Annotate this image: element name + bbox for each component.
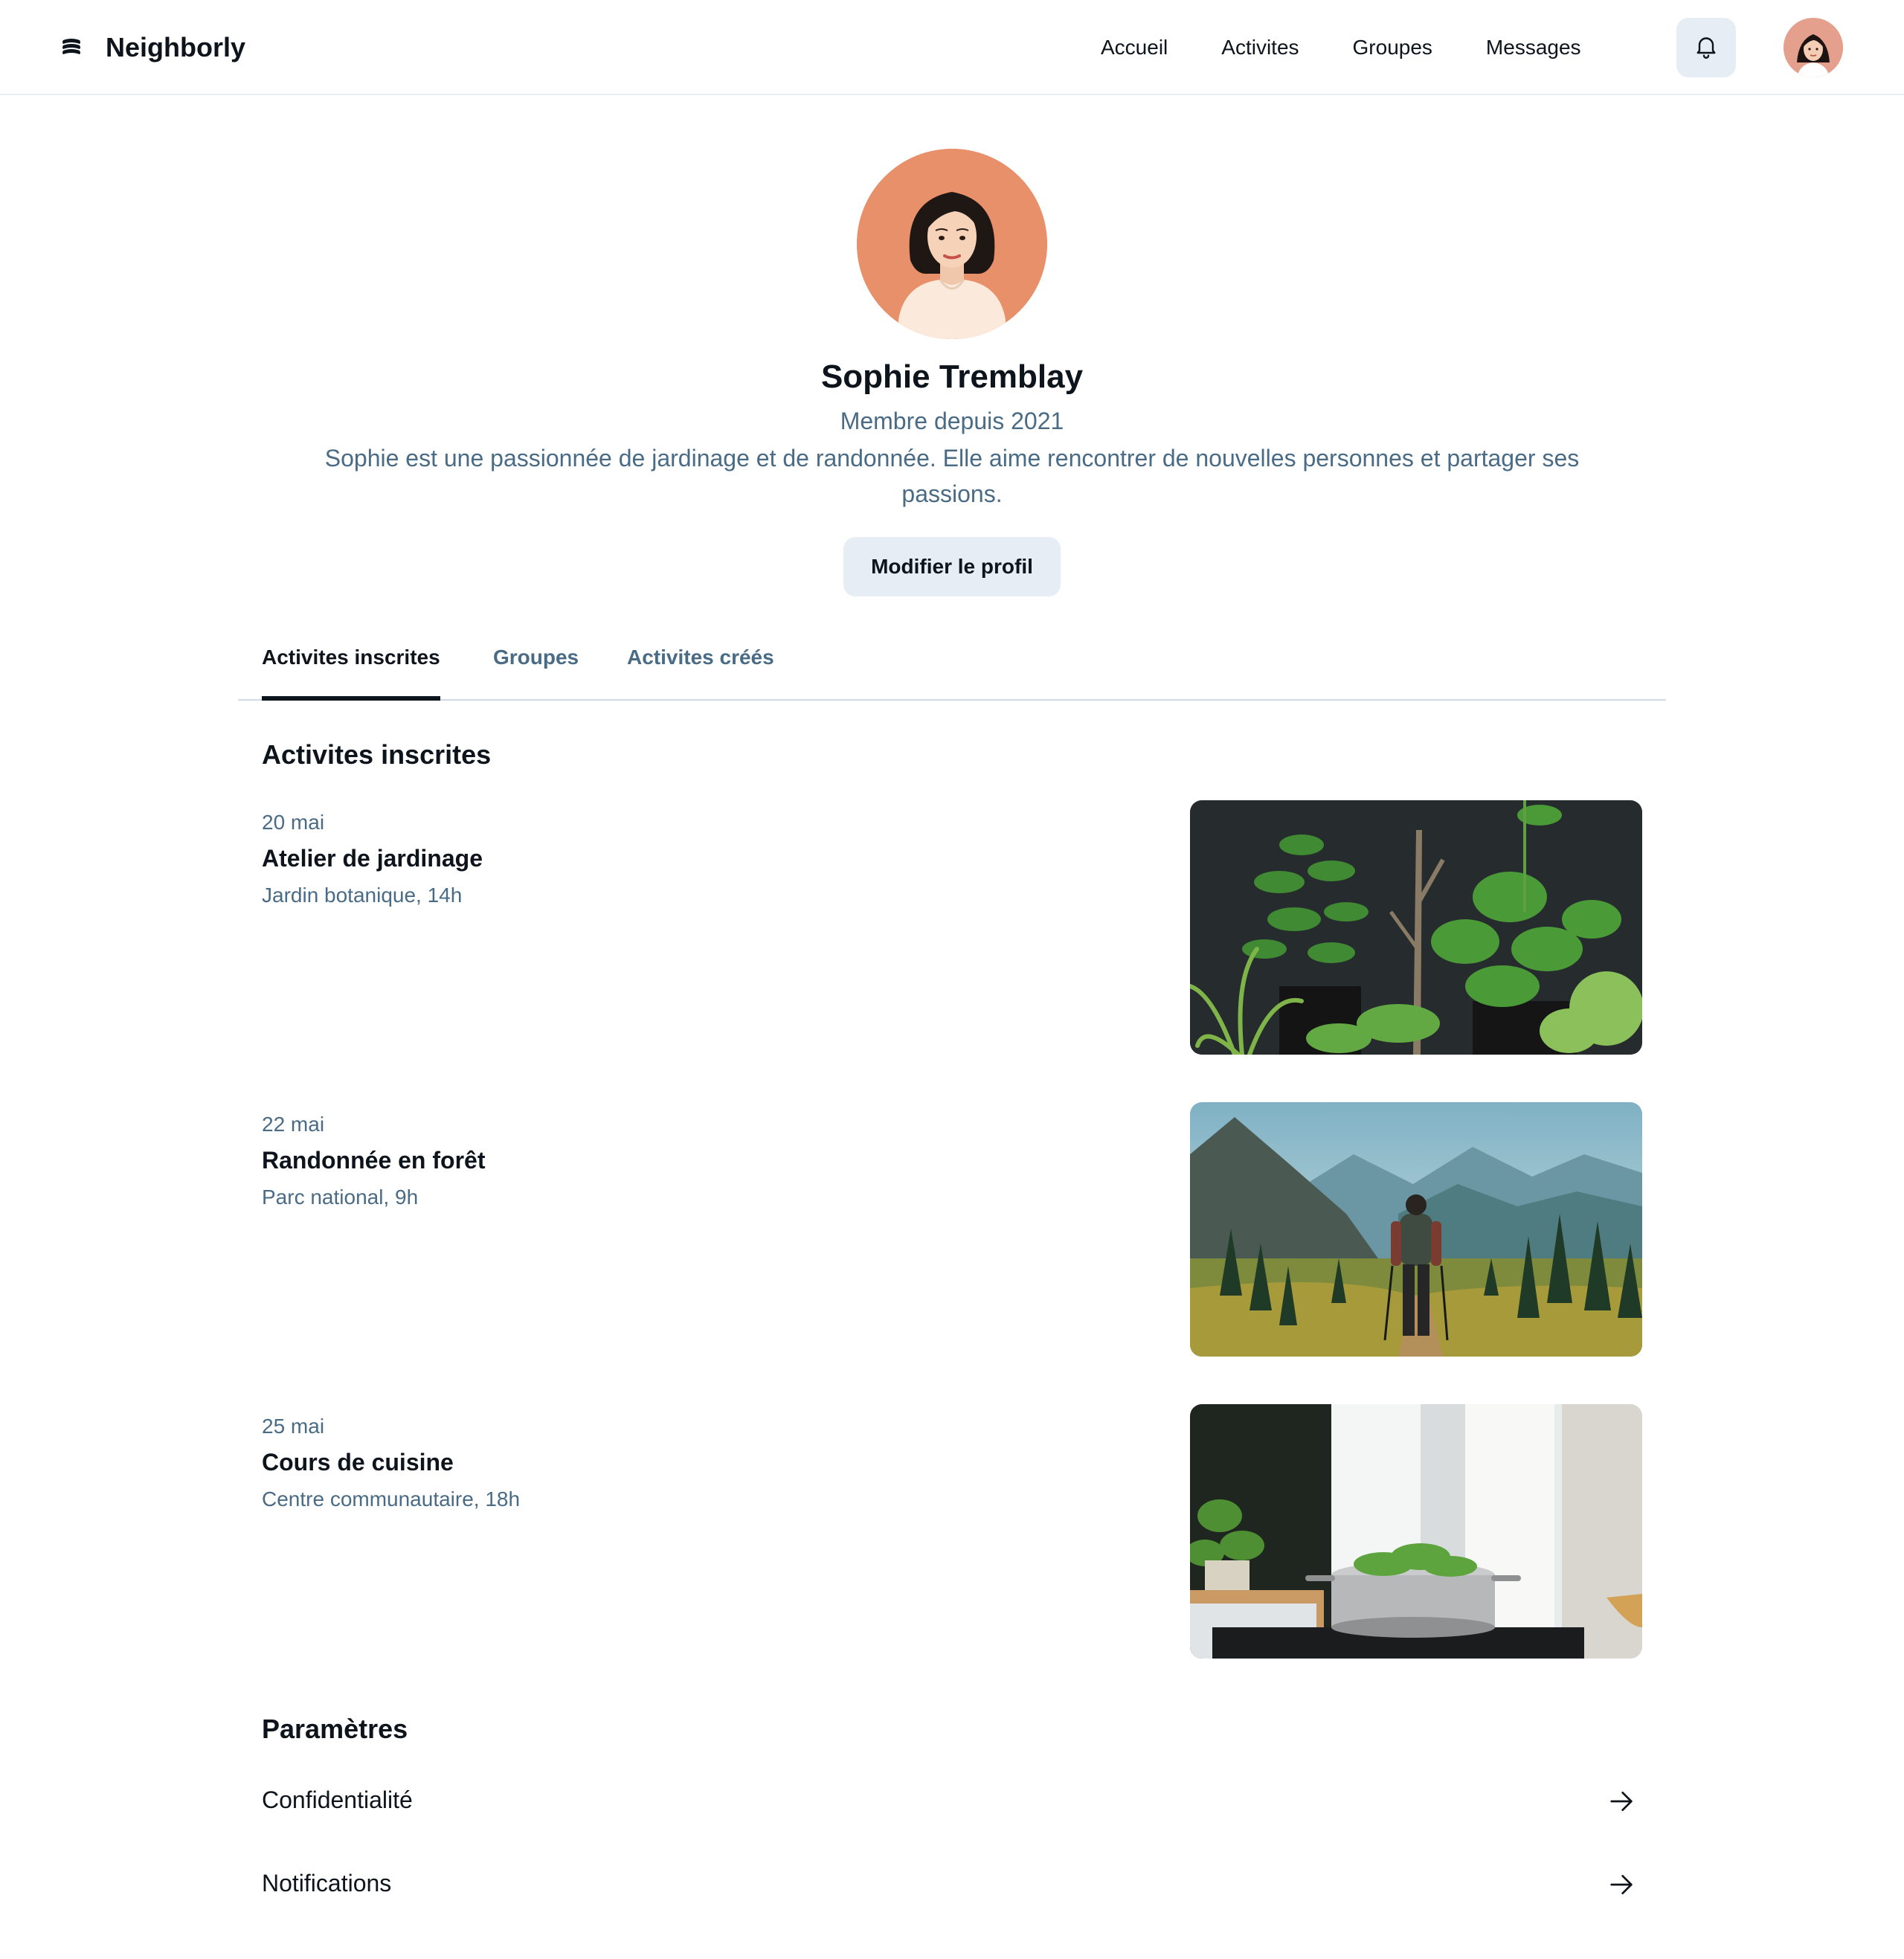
notifications-button[interactable] [1676, 18, 1736, 77]
main-nav: Accueil Activites Groupes Messages [1101, 30, 1581, 65]
settings-section-title: Paramètres [262, 1714, 408, 1744]
arrow-right-icon [1606, 1870, 1636, 1900]
activity-date: 25 mai [262, 1415, 325, 1438]
nav-item-messages[interactable]: Messages [1486, 30, 1581, 65]
profile-name: Sophie Tremblay [820, 358, 1084, 395]
activity-image-garden[interactable] [1190, 800, 1642, 1055]
top-navigation-bar: Neighborly Accueil Activites Groupes Mes… [0, 0, 1904, 95]
bell-icon [1693, 33, 1720, 63]
tab-activites-crees[interactable]: Activites créés [627, 629, 774, 701]
tab-groupes[interactable]: Groupes [493, 629, 579, 701]
arrow-right-icon [1606, 1786, 1636, 1816]
profile-bio: Sophie est une passionnée de jardinage e… [324, 445, 1580, 507]
activity-image-hiking[interactable] [1190, 1102, 1642, 1357]
activity-title[interactable]: Atelier de jardinage [262, 845, 483, 872]
settings-item-label: Notifications [262, 1870, 392, 1897]
nav-item-accueil[interactable]: Accueil [1101, 30, 1168, 65]
activity-location: Parc national, 9h [262, 1186, 419, 1209]
activity-date: 22 mai [262, 1113, 325, 1136]
activity-card[interactable]: 20 mai Atelier de jardinage Jardin botan… [262, 800, 1642, 1067]
settings-item-label: Confidentialité [262, 1786, 413, 1813]
user-avatar[interactable] [1784, 18, 1843, 77]
profile-avatar [857, 149, 1047, 339]
edit-profile-button[interactable]: Modifier le profil [843, 537, 1061, 596]
settings-item-notifications[interactable]: Notifications [262, 1843, 1642, 1926]
member-since: Membre depuis 2021 [840, 408, 1064, 434]
brand[interactable]: Neighborly [60, 27, 245, 68]
settings-item-confidentialite[interactable]: Confidentialité [262, 1760, 1642, 1843]
activity-card[interactable]: 25 mai Cours de cuisine Centre communaut… [262, 1404, 1642, 1670]
activity-location: Centre communautaire, 18h [262, 1487, 521, 1511]
brand-name: Neighborly [106, 32, 246, 62]
nav-item-groupes[interactable]: Groupes [1353, 30, 1432, 65]
activities-section-title: Activites inscrites [262, 739, 492, 770]
logo-icon [60, 36, 83, 59]
profile-tabs: Activites inscrites Groupes Activites cr… [238, 629, 1666, 701]
tab-activites-inscrites[interactable]: Activites inscrites [262, 629, 440, 701]
activity-date: 20 mai [262, 811, 325, 834]
activity-card[interactable]: 22 mai Randonnée en forêt Parc national,… [262, 1102, 1642, 1368]
activity-title[interactable]: Cours de cuisine [262, 1449, 454, 1476]
activity-image-cooking[interactable] [1190, 1404, 1642, 1659]
activity-location: Jardin botanique, 14h [262, 884, 463, 907]
activity-title[interactable]: Randonnée en forêt [262, 1147, 485, 1174]
nav-item-activites[interactable]: Activites [1221, 30, 1299, 65]
